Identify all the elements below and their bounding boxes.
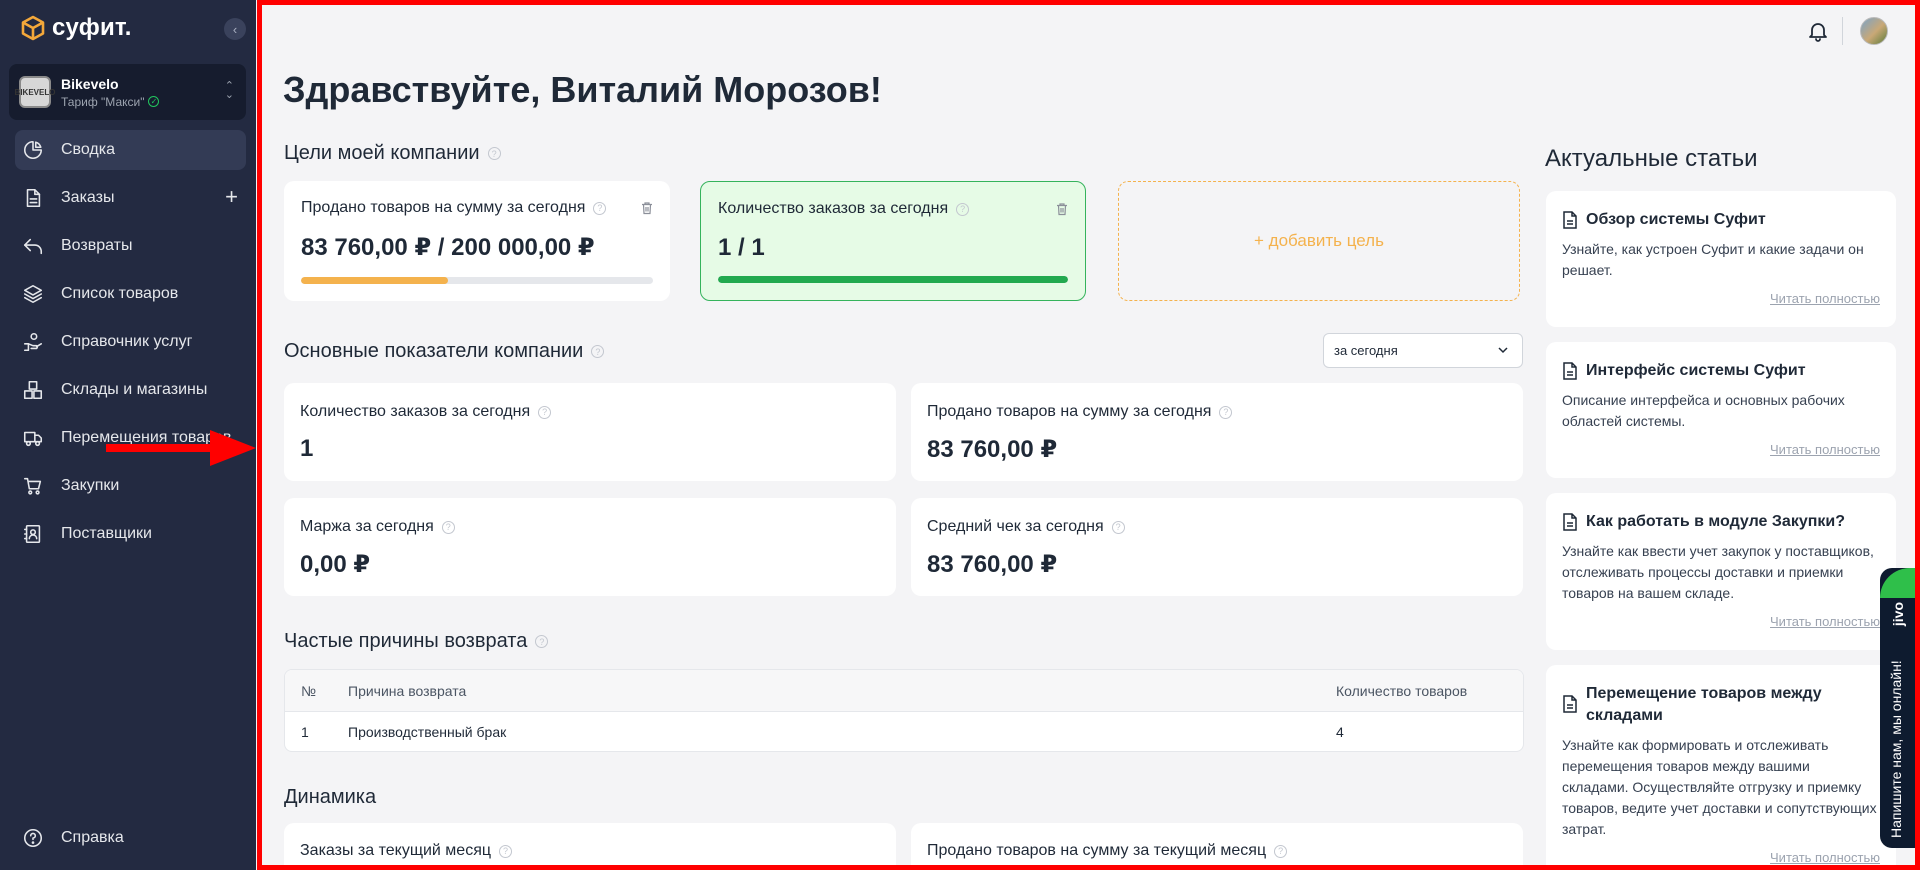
table-row[interactable]: 1 Производственный брак 4 xyxy=(285,712,1523,751)
sidebar-item-suppliers[interactable]: Поставщики xyxy=(15,514,246,554)
main-content: Здравствуйте, Виталий Морозов! Цели моей… xyxy=(262,5,1915,865)
help-icon[interactable]: ? xyxy=(593,201,607,215)
goals-section-title: Цели моей компании ? xyxy=(284,142,501,165)
logo[interactable]: суфит. ‹ xyxy=(20,14,246,42)
chevron-down-icon xyxy=(1498,347,1508,354)
question-circle-icon xyxy=(21,826,45,850)
document-icon xyxy=(1563,362,1577,380)
goal-card-orders[interactable]: Количество заказов за сегодня ? 1 / 1 xyxy=(700,181,1086,301)
goal-progress-bar xyxy=(718,276,1068,283)
page-title: Здравствуйте, Виталий Морозов! xyxy=(283,69,882,110)
add-goal-button[interactable]: + добавить цель xyxy=(1118,181,1520,301)
layers-icon xyxy=(21,282,45,306)
goal-value: 1 / 1 xyxy=(718,234,765,261)
metric-card-sales: Продано товаров на сумму за сегодня? 83 … xyxy=(911,383,1523,481)
metric-value: 0,00 ₽ xyxy=(300,551,371,578)
metric-card-margin: Маржа за сегодня? 0,00 ₽ xyxy=(284,498,896,596)
trash-icon[interactable] xyxy=(640,201,654,215)
pie-chart-icon xyxy=(21,138,45,162)
bell-icon[interactable] xyxy=(1806,19,1830,43)
help-icon[interactable]: ? xyxy=(499,844,513,858)
table-header: № Причина возврата Количество товаров xyxy=(285,670,1523,712)
sidebar-item-orders[interactable]: Заказы + xyxy=(15,178,246,218)
metric-value: 1 xyxy=(300,435,314,462)
help-icon[interactable]: ? xyxy=(441,520,455,534)
metrics-section-title: Основные показатели компании ? xyxy=(284,340,605,363)
truck-icon xyxy=(21,426,45,450)
dynamics-card-orders: Заказы за текущий месяц? xyxy=(284,823,896,865)
read-more-link[interactable]: Читать полностью xyxy=(1562,291,1880,306)
topbar-divider xyxy=(1842,17,1843,45)
article-card[interactable]: Как работать в модуле Закупки? Узнайте к… xyxy=(1546,493,1896,650)
goal-card-sales[interactable]: Продано товаров на сумму за сегодня ? 83… xyxy=(284,181,670,301)
help-icon[interactable]: ? xyxy=(538,405,552,419)
metric-value: 83 760,00 ₽ xyxy=(927,436,1058,463)
sidebar-item-returns[interactable]: Возвраты xyxy=(15,226,246,266)
sidebar-item-purchases[interactable]: Закупки xyxy=(15,466,246,506)
chat-widget[interactable]: jivo Напишите нам, мы онлайн! xyxy=(1880,568,1920,848)
goal-value: 83 760,00 ₽ / 200 000,00 ₽ xyxy=(301,234,595,261)
article-card[interactable]: Обзор системы Суфит Узнайте, как устроен… xyxy=(1546,191,1896,327)
article-card[interactable]: Интерфейс системы Суфит Описание интерфе… xyxy=(1546,342,1896,478)
help-icon[interactable]: ? xyxy=(487,147,501,160)
brand-name: суфит. xyxy=(52,14,132,41)
check-circle-icon: ✓ xyxy=(148,96,160,107)
dynamics-card-sales: Продано товаров на сумму за текущий меся… xyxy=(911,823,1523,865)
sidebar-item-help[interactable]: Справка xyxy=(21,826,124,850)
company-switcher[interactable]: BIKEVELO Bikevelo Тариф "Макси" ✓ ⌃ ⌄ xyxy=(9,64,246,120)
returns-table: № Причина возврата Количество товаров 1 … xyxy=(284,669,1524,752)
period-select[interactable]: за сегодня xyxy=(1323,333,1523,368)
cart-icon xyxy=(21,474,45,498)
logo-cube-icon xyxy=(21,15,45,41)
articles-title: Актуальные статьи xyxy=(1545,145,1758,172)
metric-card-orders: Количество заказов за сегодня? 1 xyxy=(284,383,896,481)
boxes-icon xyxy=(21,378,45,402)
chat-widget-text: Напишите нам, мы онлайн! xyxy=(1888,660,1904,838)
sidebar-item-services[interactable]: Справочник услуг xyxy=(15,322,246,362)
return-arrow-icon xyxy=(21,234,45,258)
add-order-button[interactable]: + xyxy=(225,186,238,208)
metric-value: 83 760,00 ₽ xyxy=(927,551,1058,578)
read-more-link[interactable]: Читать полностью xyxy=(1562,850,1880,865)
document-icon xyxy=(1563,513,1577,531)
dynamics-section-title: Динамика xyxy=(284,786,377,808)
returns-section-title: Частые причины возврата ? xyxy=(284,630,549,653)
sidebar-item-warehouses[interactable]: Склады и магазины xyxy=(15,370,246,410)
metric-card-average-check: Средний чек за сегодня? 83 760,00 ₽ xyxy=(911,498,1523,596)
trash-icon[interactable] xyxy=(1055,202,1069,216)
sidebar-nav: Сводка Заказы + Возвраты Список товаров … xyxy=(15,130,246,562)
company-logo: BIKEVELO xyxy=(15,76,55,108)
document-icon xyxy=(21,186,45,210)
goal-progress-bar xyxy=(301,277,653,284)
document-icon xyxy=(1563,695,1577,713)
contacts-icon xyxy=(21,522,45,546)
red-arrow-icon xyxy=(106,430,256,466)
read-more-link[interactable]: Читать полностью xyxy=(1562,442,1880,457)
sidebar-item-summary[interactable]: Сводка xyxy=(15,130,246,170)
help-icon[interactable]: ? xyxy=(956,202,970,216)
help-icon[interactable]: ? xyxy=(535,635,549,648)
help-icon[interactable]: ? xyxy=(1274,844,1288,858)
help-icon[interactable]: ? xyxy=(591,345,605,358)
company-plan: Тариф "Макси" xyxy=(61,94,145,109)
read-more-link[interactable]: Читать полностью xyxy=(1562,614,1880,629)
chevron-up-down-icon: ⌃ ⌄ xyxy=(224,80,234,101)
user-avatar[interactable] xyxy=(1860,17,1888,45)
article-card[interactable]: Перемещение товаров между складами Узнай… xyxy=(1546,665,1896,865)
help-icon[interactable]: ? xyxy=(1219,405,1233,419)
sidebar-item-products[interactable]: Список товаров xyxy=(15,274,246,314)
company-name: Bikevelo xyxy=(61,75,119,92)
help-icon[interactable]: ? xyxy=(1111,520,1125,534)
hand-service-icon xyxy=(21,330,45,354)
collapse-sidebar-button[interactable]: ‹ xyxy=(224,18,246,40)
document-icon xyxy=(1563,211,1577,229)
